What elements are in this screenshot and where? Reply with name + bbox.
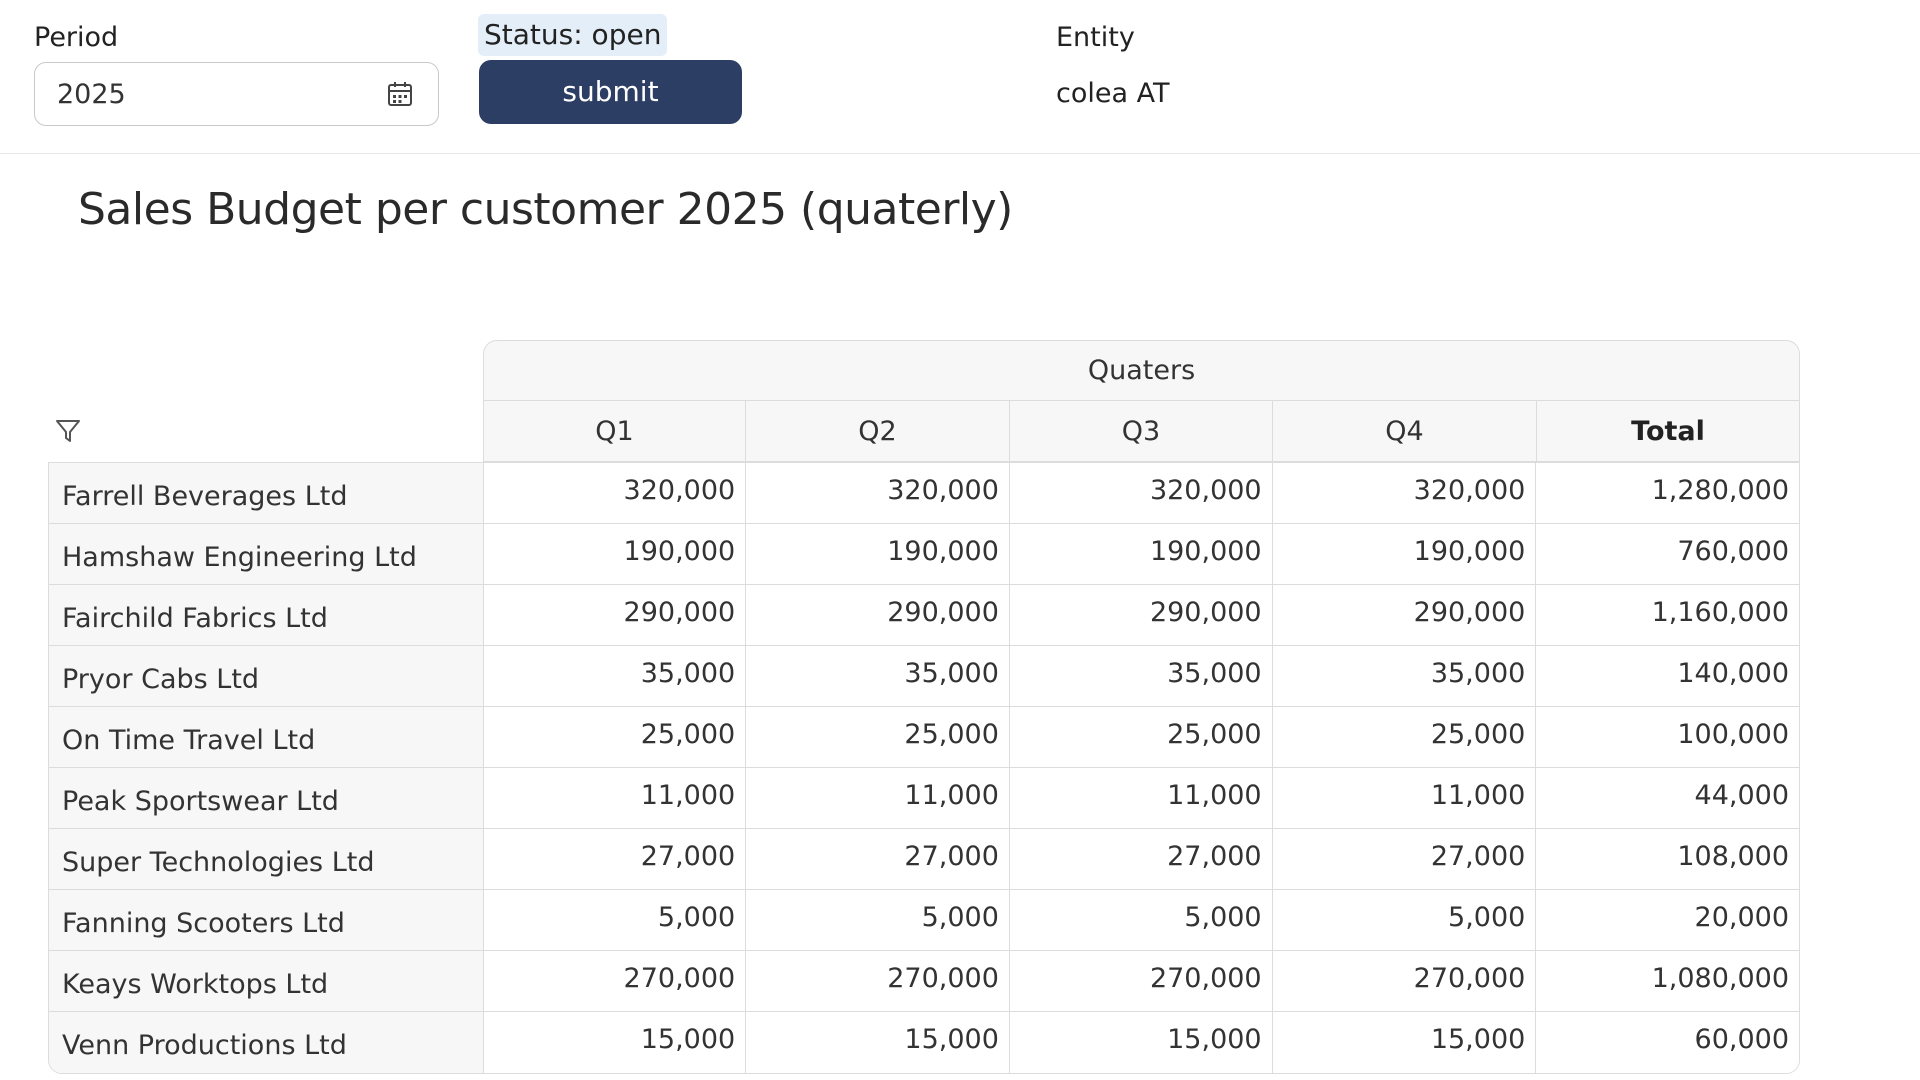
entity-value: colea AT xyxy=(1056,78,1170,109)
q3-value-cell[interactable]: 27,000 xyxy=(1009,829,1273,889)
q1-value-cell[interactable]: 190,000 xyxy=(483,524,747,584)
q4-value-cell[interactable]: 190,000 xyxy=(1272,524,1537,584)
q3-value-cell[interactable]: 290,000 xyxy=(1009,585,1273,645)
q4-value-cell[interactable]: 5,000 xyxy=(1272,890,1537,950)
q2-value-cell[interactable]: 320,000 xyxy=(746,463,1010,523)
table-body: Farrell Beverages Ltd 320,000 320,000 320,0… xyxy=(48,462,1800,1074)
period-value[interactable]: 2025 xyxy=(57,79,126,110)
column-header-q4[interactable]: Q4 xyxy=(1273,401,1537,462)
q2-value-cell[interactable]: 190,000 xyxy=(746,524,1010,584)
customer-name-cell: Super Technologies Ltd xyxy=(49,829,484,889)
q3-value-cell[interactable]: 15,000 xyxy=(1009,1012,1273,1073)
q1-value-cell[interactable]: 270,000 xyxy=(483,951,747,1011)
table-row: Farrell Beverages Ltd 320,000 320,000 320,0… xyxy=(49,463,1799,524)
table-row: Hamshaw Engineering Ltd 190,000 190,000 190… xyxy=(49,524,1799,585)
column-header-total[interactable]: Total xyxy=(1537,401,1800,462)
q1-value-cell[interactable]: 320,000 xyxy=(483,463,747,523)
column-header-q1[interactable]: Q1 xyxy=(483,401,746,462)
total-value-cell[interactable]: 20,000 xyxy=(1536,890,1799,950)
q4-value-cell[interactable]: 15,000 xyxy=(1272,1012,1537,1073)
q2-value-cell[interactable]: 25,000 xyxy=(746,707,1010,767)
column-header-row: Q1 Q2 Q3 Q4 Total xyxy=(483,401,1800,462)
customer-name-cell: Venn Productions Ltd xyxy=(49,1012,484,1073)
total-value-cell[interactable]: 108,000 xyxy=(1536,829,1799,889)
q3-value-cell[interactable]: 11,000 xyxy=(1009,768,1273,828)
filter-icon[interactable] xyxy=(54,417,82,445)
period-label: Period xyxy=(34,22,119,53)
total-value-cell[interactable]: 100,000 xyxy=(1536,707,1799,767)
column-header-q2[interactable]: Q2 xyxy=(746,401,1010,462)
q3-value-cell[interactable]: 5,000 xyxy=(1009,890,1273,950)
q2-value-cell[interactable]: 5,000 xyxy=(746,890,1010,950)
table-row: Super Technologies Ltd 27,000 27,000 27,000… xyxy=(49,829,1799,890)
table-row: Pryor Cabs Ltd 35,000 35,000 35,000 35,000 14… xyxy=(49,646,1799,707)
q3-value-cell[interactable]: 25,000 xyxy=(1009,707,1273,767)
q1-value-cell[interactable]: 15,000 xyxy=(483,1012,747,1073)
q3-value-cell[interactable]: 270,000 xyxy=(1009,951,1273,1011)
q4-value-cell[interactable]: 270,000 xyxy=(1272,951,1537,1011)
q4-value-cell[interactable]: 11,000 xyxy=(1272,768,1537,828)
total-value-cell[interactable]: 140,000 xyxy=(1536,646,1799,706)
total-value-cell[interactable]: 60,000 xyxy=(1536,1012,1799,1073)
q4-value-cell[interactable]: 35,000 xyxy=(1272,646,1537,706)
customer-name-cell: Hamshaw Engineering Ltd xyxy=(49,524,484,584)
total-value-cell[interactable]: 1,160,000 xyxy=(1536,585,1799,645)
customer-name-cell: Fairchild Fabrics Ltd xyxy=(49,585,484,645)
period-date-picker[interactable]: 2025 xyxy=(34,62,439,126)
page-title: Sales Budget per customer 2025 (quaterly… xyxy=(78,184,1013,235)
table-row: Fairchild Fabrics Ltd 290,000 290,000 290,0… xyxy=(49,585,1799,646)
table-row: Venn Productions Ltd 15,000 15,000 15,000 15… xyxy=(49,1012,1799,1073)
table-row: On Time Travel Ltd 25,000 25,000 25,000 25,0… xyxy=(49,707,1799,768)
q2-value-cell[interactable]: 11,000 xyxy=(746,768,1010,828)
q3-value-cell[interactable]: 190,000 xyxy=(1009,524,1273,584)
q4-value-cell[interactable]: 290,000 xyxy=(1272,585,1537,645)
total-value-cell[interactable]: 1,280,000 xyxy=(1536,463,1799,523)
customer-name-cell: Peak Sportswear Ltd xyxy=(49,768,484,828)
q2-value-cell[interactable]: 27,000 xyxy=(746,829,1010,889)
calendar-icon[interactable] xyxy=(386,80,414,108)
customer-name-cell: On Time Travel Ltd xyxy=(49,707,484,767)
submit-button[interactable]: submit xyxy=(479,60,742,124)
q2-value-cell[interactable]: 35,000 xyxy=(746,646,1010,706)
table-row: Keays Worktops Ltd 270,000 270,000 270,000 2… xyxy=(49,951,1799,1012)
total-value-cell[interactable]: 1,080,000 xyxy=(1536,951,1799,1011)
q4-value-cell[interactable]: 320,000 xyxy=(1272,463,1537,523)
q1-value-cell[interactable]: 35,000 xyxy=(483,646,747,706)
customer-name-cell: Pryor Cabs Ltd xyxy=(49,646,484,706)
q2-value-cell[interactable]: 290,000 xyxy=(746,585,1010,645)
q1-value-cell[interactable]: 290,000 xyxy=(483,585,747,645)
q1-value-cell[interactable]: 25,000 xyxy=(483,707,747,767)
q4-value-cell[interactable]: 25,000 xyxy=(1272,707,1537,767)
toolbar: Period 2025 Status: open submit Entity c… xyxy=(0,0,1920,154)
status-badge: Status: open xyxy=(478,14,668,56)
q2-value-cell[interactable]: 15,000 xyxy=(746,1012,1010,1073)
column-header-q3[interactable]: Q3 xyxy=(1010,401,1273,462)
group-header-quarters: Quaters xyxy=(483,340,1800,401)
customer-name-cell: Keays Worktops Ltd xyxy=(49,951,484,1011)
total-value-cell[interactable]: 760,000 xyxy=(1536,524,1799,584)
total-value-cell[interactable]: 44,000 xyxy=(1536,768,1799,828)
table-row: Peak Sportswear Ltd 11,000 11,000 11,000 11,… xyxy=(49,768,1799,829)
q1-value-cell[interactable]: 27,000 xyxy=(483,829,747,889)
customer-name-cell: Fanning Scooters Ltd xyxy=(49,890,484,950)
q1-value-cell[interactable]: 11,000 xyxy=(483,768,747,828)
q1-value-cell[interactable]: 5,000 xyxy=(483,890,747,950)
customer-name-cell: Farrell Beverages Ltd xyxy=(49,463,484,523)
q3-value-cell[interactable]: 35,000 xyxy=(1009,646,1273,706)
table-row: Fanning Scooters Ltd 5,000 5,000 5,000 5,000… xyxy=(49,890,1799,951)
entity-label: Entity xyxy=(1056,22,1135,53)
q4-value-cell[interactable]: 27,000 xyxy=(1272,829,1537,889)
q2-value-cell[interactable]: 270,000 xyxy=(746,951,1010,1011)
q3-value-cell[interactable]: 320,000 xyxy=(1009,463,1273,523)
